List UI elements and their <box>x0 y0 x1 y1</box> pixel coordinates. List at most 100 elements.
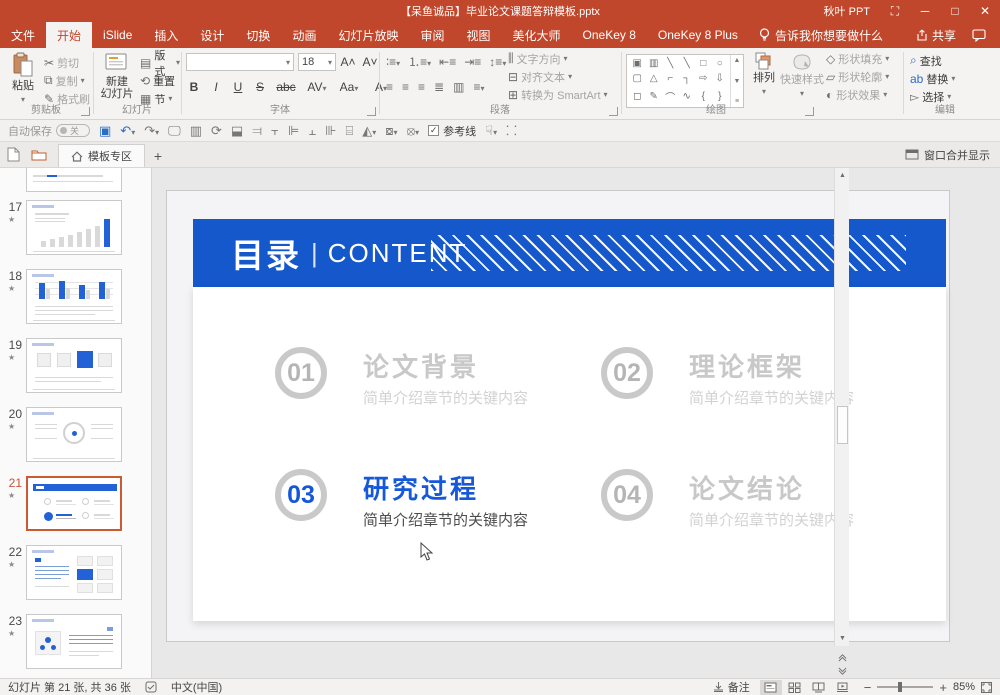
copy-button[interactable]: ⧉复制▾ <box>44 72 85 89</box>
bold-button[interactable]: B <box>186 80 202 94</box>
tab-file[interactable]: 文件 <box>0 22 46 48</box>
italic-button[interactable]: I <box>208 80 224 94</box>
tab-onekey8[interactable]: OneKey 8 <box>572 22 647 48</box>
slide-canvas[interactable]: 目录 | CONTENT 01 论文背景 简单介绍章节的关键内容 02 理论框架… <box>166 190 950 642</box>
align-right-icon[interactable]: ≡ <box>418 80 425 94</box>
normal-view-button[interactable] <box>760 680 782 695</box>
slide-thumbnail-18[interactable] <box>26 269 122 324</box>
change-case-button[interactable]: Aa▾ <box>336 80 362 94</box>
tell-me-box[interactable]: 告诉我你想要做什么 <box>749 22 893 48</box>
text-direction-button[interactable]: ⫼文字方向▾ <box>508 50 568 67</box>
insert-chart-icon[interactable]: ▥ <box>190 124 202 137</box>
zoom-out-button[interactable]: − <box>864 680 872 695</box>
tab-onekey8plus[interactable]: OneKey 8 Plus <box>647 22 749 48</box>
layout-button[interactable]: ▤版式▾ <box>140 54 180 71</box>
distribute-h-icon[interactable]: ⊪ <box>325 124 336 137</box>
numbering-icon[interactable]: ⒈≡▾ <box>408 53 431 70</box>
shape-effects-button[interactable]: ◐形状效果▾ <box>826 86 887 103</box>
previous-slide-button[interactable] <box>836 650 849 664</box>
align-left-icon[interactable]: ⊫ <box>288 124 299 137</box>
slide-thumbnail-17[interactable] <box>26 200 122 255</box>
zoom-slider[interactable] <box>877 686 933 688</box>
slide-thumbnail-20[interactable] <box>26 407 122 462</box>
justify-icon[interactable]: ≣ <box>434 80 444 94</box>
find-button[interactable]: ⌕查找 <box>910 52 942 69</box>
start-slideshow-icon[interactable]: 🖵 <box>168 124 181 137</box>
combine-icon[interactable]: ⦻▾ <box>407 124 420 137</box>
replace-button[interactable]: ab替换▾ <box>910 70 955 87</box>
slide-sorter-view-button[interactable] <box>784 680 806 695</box>
columns-icon[interactable]: ▥ <box>453 80 464 94</box>
language-indicator[interactable]: 中文(中国) <box>171 679 222 695</box>
tab-insert[interactable]: 插入 <box>143 22 189 48</box>
shapes-gallery[interactable]: ▣▥╲╲□○ ▢△⌐┐⇨⇩ ◻✎⌒∿{} ▲▼≡ <box>626 54 744 108</box>
slideshow-view-button[interactable] <box>832 680 854 695</box>
ribbon-display-options-icon[interactable]: ⛶ <box>880 0 910 22</box>
tab-slideshow[interactable]: 幻灯片放映 <box>327 22 409 48</box>
font-dialog-launcher[interactable] <box>367 107 376 116</box>
minimize-button[interactable]: ─ <box>910 0 940 22</box>
save-icon[interactable]: ▣ <box>99 124 111 137</box>
new-document-icon[interactable] <box>0 142 26 167</box>
shadow-button[interactable]: S <box>252 80 268 94</box>
strikethrough-button[interactable]: abc <box>274 80 298 94</box>
comments-button[interactable] <box>966 29 992 42</box>
slide-thumbnail-21-selected[interactable] <box>26 476 122 531</box>
align-top-icon[interactable]: ⫠ <box>308 124 316 137</box>
vertical-scrollbar[interactable]: ▲ ▼ <box>834 168 849 646</box>
next-slide-button[interactable] <box>836 664 849 678</box>
tab-home[interactable]: 开始 <box>46 22 92 48</box>
underline-button[interactable]: U <box>230 80 246 94</box>
accessibility-icon[interactable] <box>145 681 157 693</box>
font-name-combo[interactable]: ▾ <box>186 53 294 71</box>
paste-button[interactable]: 粘贴▾ <box>6 52 40 106</box>
undo-icon[interactable]: ↶▾ <box>120 124 135 137</box>
autosave-toggle[interactable]: 自动保存 关 <box>8 123 90 139</box>
toc-item-04[interactable]: 04 论文结论 简单介绍章节的关键内容 <box>601 469 931 559</box>
tab-design[interactable]: 设计 <box>189 22 235 48</box>
character-spacing-button[interactable]: AV▾ <box>304 80 330 94</box>
drawing-dialog-launcher[interactable] <box>805 107 814 116</box>
scrollbar-thumb[interactable] <box>837 406 848 444</box>
slide-thumbnail-19[interactable] <box>26 338 122 393</box>
open-folder-icon[interactable] <box>26 142 52 167</box>
rotate-icon[interactable]: ⟳ <box>211 124 222 137</box>
notes-button[interactable]: 备注 <box>713 679 750 695</box>
align-middle-icon[interactable]: ⌸ <box>345 124 353 137</box>
bullets-icon[interactable]: ∶≡▾ <box>386 55 400 69</box>
merge-windows-button[interactable]: 窗口合并显示 <box>905 142 1000 167</box>
redo-icon[interactable]: ↷▾ <box>144 124 159 137</box>
tab-template-zone[interactable]: 模板专区 <box>58 144 145 167</box>
guides-checkbox[interactable]: ✓ 参考线 <box>428 123 476 139</box>
paragraph-dialog-launcher[interactable] <box>609 107 618 116</box>
align-center-h-icon[interactable]: ⫟ <box>271 124 279 137</box>
align-bottom-icon[interactable]: ⬓ <box>231 124 243 137</box>
align-text-button[interactable]: ⊟对齐文本▾ <box>508 68 572 85</box>
new-slide-button[interactable]: 新建 幻灯片 <box>97 52 137 100</box>
arrange-button[interactable]: 排列▾ <box>750 52 778 98</box>
reading-view-button[interactable] <box>808 680 830 695</box>
reset-button[interactable]: ⟲重置 <box>140 72 175 89</box>
toc-item-03[interactable]: 03 研究过程 简单介绍章节的关键内容 <box>275 469 605 559</box>
slide-thumbnail-22[interactable] <box>26 545 122 600</box>
fit-to-window-icon[interactable] <box>981 682 992 693</box>
qat-overflow-icon[interactable]: ⸬ <box>506 124 517 137</box>
align-left-icon[interactable]: ≡ <box>386 80 393 94</box>
cut-button[interactable]: ✂剪切 <box>44 54 79 71</box>
align-center-icon[interactable]: ≡ <box>402 80 409 94</box>
tab-view[interactable]: 视图 <box>455 22 501 48</box>
text-effects-icon[interactable]: ◭▾ <box>362 124 376 137</box>
grow-shrink-font[interactable]: A˄A˅ <box>340 53 378 70</box>
line-spacing-icon[interactable]: ↕≡▾ <box>489 55 506 69</box>
shape-fill-button[interactable]: ◇形状填充▾ <box>826 50 889 67</box>
quick-styles-button[interactable]: 快速样式▾ <box>780 52 824 100</box>
font-size-combo[interactable]: 18▾ <box>298 53 336 71</box>
new-tab-button[interactable]: + <box>145 144 171 167</box>
shapes-scroll[interactable]: ▲▼≡ <box>730 55 743 107</box>
scroll-up-icon[interactable]: ▲ <box>835 168 850 183</box>
distribute-icon[interactable]: ≡▾ <box>473 80 484 94</box>
scroll-down-icon[interactable]: ▼ <box>835 631 850 646</box>
tab-islide[interactable]: iSlide <box>92 22 143 48</box>
touch-mode-icon[interactable]: ☟▾ <box>485 124 497 137</box>
share-button[interactable]: 共享 <box>910 27 962 44</box>
